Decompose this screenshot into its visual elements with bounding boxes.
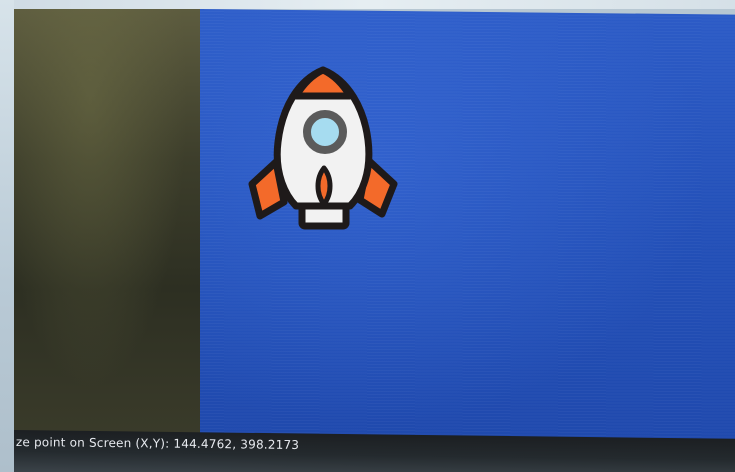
side-panel (14, 9, 204, 439)
rocket-nose-cone (292, 66, 354, 100)
rocket-icon (248, 66, 398, 230)
rocket-center-flame (315, 165, 333, 207)
monitor-frame-left (0, 0, 14, 472)
monitor-photo: ze point on Screen (X,Y): 144.4762, 398.… (0, 0, 735, 472)
rocket-nozzle (298, 202, 350, 230)
gaze-coordinate-readout: ze point on Screen (X,Y): 144.4762, 398.… (15, 435, 300, 452)
rocket-window (303, 110, 347, 154)
monitor-frame-top (0, 0, 735, 9)
